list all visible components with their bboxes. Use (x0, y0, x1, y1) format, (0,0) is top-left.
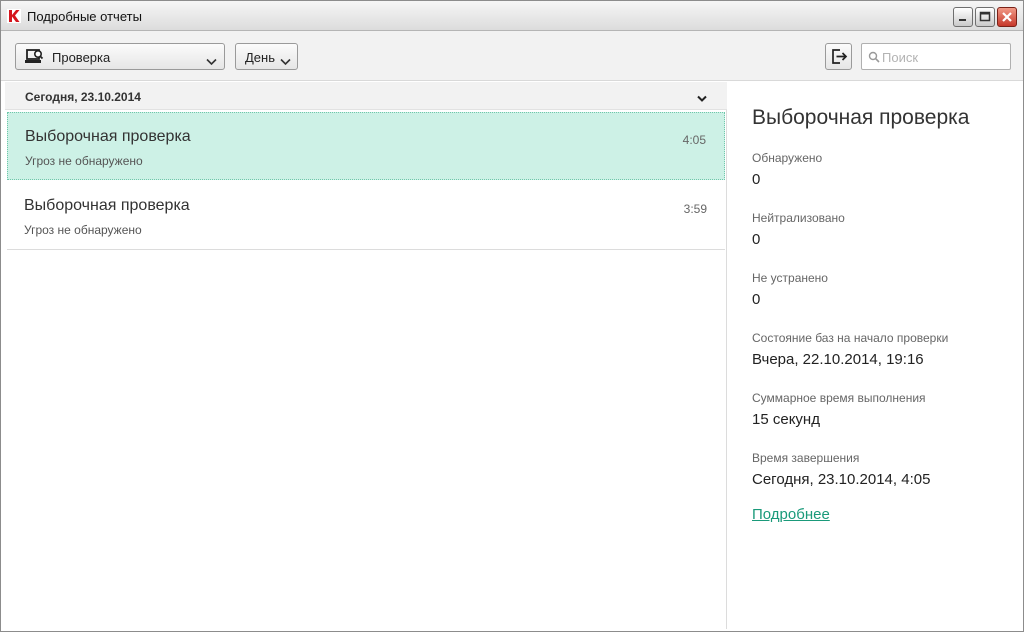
maximize-button[interactable] (975, 7, 995, 27)
period-dropdown[interactable]: День (235, 43, 298, 70)
not-fixed-value: 0 (752, 291, 761, 308)
export-icon (832, 49, 848, 64)
total-duration-label: Суммарное время выполнения (752, 391, 926, 405)
completion-time-label: Время завершения (752, 451, 860, 465)
report-type-dropdown[interactable]: Проверка (15, 43, 225, 70)
databases-state-value: Вчера, 22.10.2014, 19:16 (752, 351, 924, 368)
report-status: Угроз не обнаружено (24, 223, 142, 237)
close-icon (1002, 12, 1012, 22)
search-icon (868, 50, 880, 68)
chevron-down-icon[interactable] (697, 90, 707, 108)
list-item[interactable]: Выборочная проверка Угроз не обнаружено … (7, 112, 725, 180)
date-group-title: Сегодня, 23.10.2014 (25, 90, 141, 104)
chevron-down-icon (280, 53, 291, 71)
more-details-link[interactable]: Подробнее (752, 506, 830, 523)
report-title: Выборочная проверка (24, 197, 190, 214)
reports-list-panel: Сегодня, 23.10.2014 Выборочная проверка … (5, 82, 727, 629)
reports-window: Подробные отчеты Проверка День Поиск Сег… (0, 0, 1024, 632)
date-group-header[interactable]: Сегодня, 23.10.2014 (5, 82, 727, 110)
minimize-button[interactable] (953, 7, 973, 27)
list-item[interactable]: Выборочная проверка Угроз не обнаружено … (7, 182, 725, 250)
detail-title: Выборочная проверка (752, 106, 970, 129)
kaspersky-logo-icon (7, 9, 21, 23)
databases-state-label: Состояние баз на начало проверки (752, 331, 949, 345)
chevron-down-icon (206, 53, 217, 71)
total-duration-value: 15 секунд (752, 411, 820, 428)
toolbar: Проверка День (1, 31, 1023, 81)
report-time: 3:59 (683, 202, 707, 216)
maximize-icon (979, 11, 991, 22)
report-title: Выборочная проверка (25, 128, 191, 145)
completion-time-value: Сегодня, 23.10.2014, 4:05 (752, 471, 931, 488)
neutralized-label: Нейтрализовано (752, 211, 845, 225)
window-title: Подробные отчеты (27, 9, 142, 24)
not-fixed-label: Не устранено (752, 271, 828, 285)
search-input[interactable] (882, 48, 1006, 66)
minimize-icon (959, 19, 966, 21)
report-detail-panel: Выборочная проверка Обнаружено 0 Нейтрал… (728, 82, 1023, 629)
search-box[interactable] (861, 43, 1011, 70)
detected-label: Обнаружено (752, 151, 823, 165)
export-button[interactable] (825, 43, 852, 70)
report-type-label: Проверка (52, 50, 111, 65)
period-label: День (245, 50, 275, 65)
scan-computer-icon (24, 48, 44, 71)
report-status: Угроз не обнаружено (25, 154, 143, 168)
report-time: 4:05 (682, 133, 706, 147)
neutralized-value: 0 (752, 231, 761, 248)
detected-value: 0 (752, 171, 761, 188)
title-bar: Подробные отчеты (1, 1, 1023, 31)
close-button[interactable] (997, 7, 1017, 27)
